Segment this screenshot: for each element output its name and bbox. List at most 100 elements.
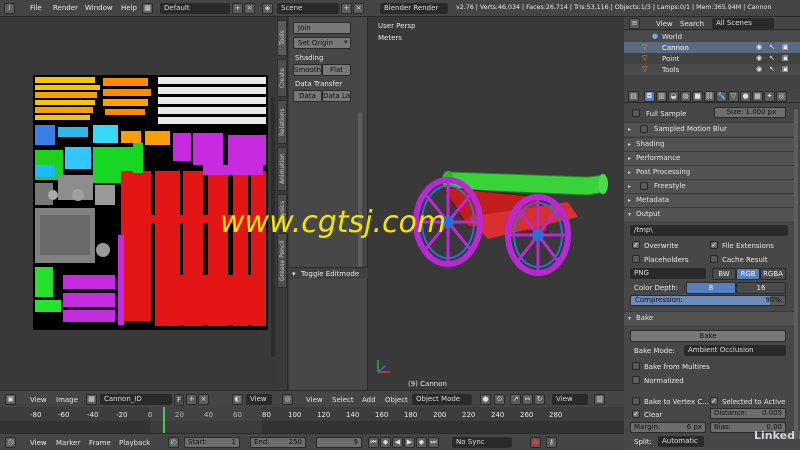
- bw-button[interactable]: BW: [712, 268, 736, 280]
- remove-layout-icon[interactable]: ×: [244, 3, 255, 14]
- split-select[interactable]: Automatic: [658, 436, 704, 447]
- viewport-view-menu[interactable]: View: [306, 396, 323, 404]
- depth-16-button[interactable]: 16: [736, 282, 786, 294]
- current-frame-indicator[interactable]: [163, 407, 165, 433]
- scene-tab-icon[interactable]: ◒: [668, 91, 679, 102]
- viewport-editor-icon[interactable]: ◎: [282, 394, 293, 405]
- tab-relations[interactable]: Relations: [277, 100, 287, 144]
- 3d-viewport[interactable]: User Persp Meters (9) Cannon: [368, 17, 624, 390]
- flat-button[interactable]: Flat: [322, 64, 351, 76]
- preview-range-icon[interactable]: ◴: [168, 437, 179, 448]
- viewport-add-menu[interactable]: Add: [362, 396, 376, 404]
- physics-icon[interactable]: ◎: [776, 91, 787, 102]
- panel-shading[interactable]: ▸ Shading: [624, 137, 794, 151]
- panel-performance[interactable]: ▸ Performance: [624, 151, 794, 165]
- add-scene-icon[interactable]: +: [341, 3, 352, 14]
- particles-icon[interactable]: ✦: [764, 91, 775, 102]
- timeline-ruler[interactable]: -80 -60 -40 -20 0 20 40 60 80 100 120 14…: [0, 407, 624, 433]
- mode-select[interactable]: Object Mode: [412, 394, 472, 405]
- scene-icon[interactable]: ◈: [262, 3, 273, 14]
- camera-icon[interactable]: ▣: [782, 54, 789, 62]
- modifiers-icon[interactable]: 🔧: [716, 91, 727, 102]
- menu-file[interactable]: File: [30, 4, 42, 12]
- eye-icon[interactable]: ◉: [756, 43, 762, 51]
- restrict-select-icon[interactable]: ↖: [769, 43, 775, 51]
- margin-field[interactable]: Margin: 6 px: [630, 422, 706, 433]
- image-view-select[interactable]: View: [246, 394, 272, 405]
- fake-user-button[interactable]: F: [174, 394, 184, 406]
- rotate-icon[interactable]: ↻: [534, 394, 545, 405]
- manipulator-icon[interactable]: ↗: [510, 394, 521, 405]
- tab-grease-pencil[interactable]: Grease Pencil: [277, 233, 287, 288]
- placeholders-checkbox[interactable]: [632, 255, 640, 263]
- menu-render[interactable]: Render: [53, 4, 78, 12]
- depth-8-button[interactable]: 8: [686, 282, 736, 294]
- file-extensions-checkbox[interactable]: ✓: [710, 241, 718, 249]
- timeline-frame-menu[interactable]: Frame: [89, 439, 111, 447]
- eye-icon[interactable]: ◉: [756, 54, 762, 62]
- display-mode-icon[interactable]: ◐: [232, 394, 243, 405]
- menu-help[interactable]: Help: [121, 4, 137, 12]
- smooth-button[interactable]: Smooth: [293, 64, 322, 76]
- size-field[interactable]: Size: 1.000 px: [714, 107, 786, 118]
- tab-tools[interactable]: Tools: [277, 20, 287, 56]
- end-frame-field[interactable]: End: 250: [250, 437, 306, 448]
- outliner-view-menu[interactable]: View: [656, 20, 673, 28]
- outliner-row-world[interactable]: ● World: [624, 31, 800, 42]
- object-tab-icon[interactable]: ■: [692, 91, 703, 102]
- image-browse-icon[interactable]: ▦: [86, 394, 97, 405]
- render-layers-icon[interactable]: ▥: [656, 91, 667, 102]
- menu-window[interactable]: Window: [85, 4, 113, 12]
- cache-result-checkbox[interactable]: [710, 255, 718, 263]
- current-frame-field[interactable]: 9: [316, 437, 362, 448]
- transform-orientation-select[interactable]: View: [552, 394, 588, 405]
- render-engine-select[interactable]: Blender Render: [380, 3, 448, 14]
- timeline-view-menu[interactable]: View: [30, 439, 47, 447]
- keying-set-icon[interactable]: ⚷: [546, 437, 557, 448]
- panel-metadata[interactable]: ▸ Metadata: [624, 193, 794, 207]
- full-sample-checkbox[interactable]: [632, 109, 640, 117]
- world-tab-icon[interactable]: ◍: [680, 91, 691, 102]
- panel-post-processing[interactable]: ▸ Post Processing: [624, 165, 794, 179]
- compression-slider[interactable]: Compression: 90%: [630, 295, 786, 306]
- rgb-button[interactable]: RGB: [736, 268, 760, 280]
- timeline-marker-menu[interactable]: Marker: [56, 439, 80, 447]
- remove-scene-icon[interactable]: ×: [353, 3, 364, 14]
- timeline-editor-icon[interactable]: ◷: [5, 437, 16, 448]
- add-layout-icon[interactable]: +: [232, 3, 243, 14]
- next-keyframe-icon[interactable]: ◆: [416, 437, 427, 448]
- viewport-object-menu[interactable]: Object: [385, 396, 408, 404]
- camera-icon[interactable]: ▣: [782, 65, 789, 73]
- eye-icon[interactable]: ◉: [756, 65, 762, 73]
- output-path-field[interactable]: /tmp\: [630, 225, 788, 236]
- outliner-row-tools[interactable]: ▽ Tools ◉ ↖ ▣: [624, 64, 800, 75]
- outliner-row-point[interactable]: ▽ Point ◉ ↖ ▣: [624, 53, 800, 64]
- panel-freestyle[interactable]: ▸ Freestyle: [624, 179, 794, 193]
- unlink-image-icon[interactable]: ×: [198, 394, 209, 405]
- selected-to-active-checkbox[interactable]: ✓: [710, 397, 718, 405]
- material-icon[interactable]: ●: [740, 91, 751, 102]
- properties-scrollbar[interactable]: [794, 109, 798, 439]
- data-layout-button[interactable]: Data La: [322, 90, 351, 102]
- overwrite-checkbox[interactable]: ✓: [632, 241, 640, 249]
- play-reverse-icon[interactable]: ◀: [392, 437, 403, 448]
- start-frame-field[interactable]: Start: 1: [184, 437, 240, 448]
- info-editor-icon[interactable]: i: [4, 3, 15, 14]
- outliner-icon[interactable]: ≡: [629, 18, 640, 29]
- normalized-checkbox[interactable]: [632, 376, 640, 384]
- jump-end-icon[interactable]: ⏭: [428, 437, 439, 448]
- restrict-select-icon[interactable]: ↖: [769, 54, 775, 62]
- toggle-editmode-panel[interactable]: ▾ Toggle Editmode: [289, 267, 368, 279]
- bake-to-vertex-checkbox[interactable]: [632, 397, 640, 405]
- jump-start-icon[interactable]: ⏮: [368, 437, 379, 448]
- format-select[interactable]: PNG: [630, 268, 706, 279]
- outliner-row-cannon[interactable]: ▽ Cannon ◉ ↖ ▣: [624, 42, 800, 53]
- uv-image-editor[interactable]: [0, 17, 276, 390]
- distance-field[interactable]: Distance: 0.005: [710, 408, 786, 419]
- set-origin-button[interactable]: Set Origin: [293, 37, 351, 49]
- image-menu[interactable]: Image: [56, 396, 78, 404]
- join-button[interactable]: Join: [293, 22, 351, 34]
- data-button[interactable]: Data: [293, 90, 322, 102]
- translate-icon[interactable]: ↔: [522, 394, 533, 405]
- data-tab-icon[interactable]: ▽: [728, 91, 739, 102]
